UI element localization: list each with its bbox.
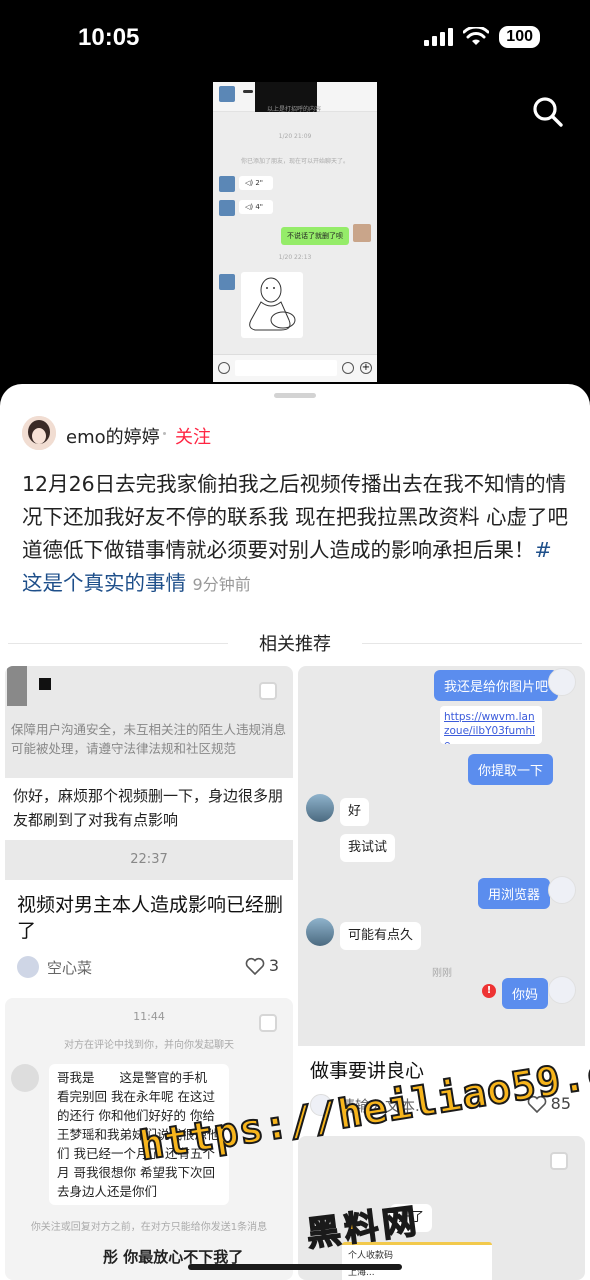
avatar [219, 200, 235, 216]
chat-bubble: 好 [340, 798, 370, 826]
cellular-icon [424, 28, 454, 46]
safety-notice: 保障用户沟通安全，未互相关注的陌生人违规消息可能被处理，请遵守法律法规和社区规范 [11, 722, 287, 756]
post-image[interactable]: 以上是打招呼的内容 1/20 21:09 你已添加了朋友，现在可以开始聊天了。 … [213, 82, 377, 382]
preview-input-bar: + [213, 354, 377, 382]
related-card[interactable]: 我还是给你图片吧 https://wwvm.lanzoue/ilbY03fumh… [298, 666, 585, 1128]
follow-button[interactable]: 关注 [175, 423, 211, 449]
related-card[interactable]: 保障用户沟通安全，未互相关注的陌生人违规消息可能被处理，请遵守法律法规和社区规范… [5, 666, 293, 994]
voice-message: ◁) 4" [239, 200, 273, 214]
separator-dot [163, 432, 166, 435]
chat-time: 11:44 [133, 1010, 165, 1023]
chat-bubble: 你好，麻烦那个视频删一下，身边很多朋友都刷到了对我有点影响 [5, 778, 293, 840]
avatar [548, 668, 576, 696]
like-button[interactable]: 3 [245, 956, 279, 975]
avatar [219, 274, 235, 290]
link-bubble: https://wwvm.lanzoue/ilbY03fumhle [440, 706, 542, 744]
status-icons: 100 [424, 26, 540, 48]
preview-input [235, 360, 337, 376]
avatar [548, 876, 576, 904]
chat-bubble-sent: 你妈 [502, 978, 549, 1009]
sent-message: 不说话了就删了呗 [281, 227, 349, 245]
status-time: 10:05 [78, 24, 140, 51]
voice-icon [218, 362, 230, 374]
avatar [219, 176, 235, 192]
error-icon: ! [482, 984, 496, 998]
avatar [548, 976, 576, 1004]
post-body: 12月26日去完我家偷拍我之后视频传播出去在我不知情的情况下还加我好友不停的联系… [22, 468, 570, 601]
battery-icon: 100 [499, 26, 540, 48]
preview-time: 1/20 22:13 [278, 254, 312, 261]
home-indicator [188, 1264, 402, 1270]
preview-name [243, 90, 253, 93]
preview-header: 以上是打招呼的内容 [213, 82, 377, 113]
system-message: 对方在评论中找到你，并向你发起聊天 [64, 1040, 234, 1051]
avatar [306, 794, 334, 822]
preview-time: 1/20 21:09 [278, 133, 312, 140]
card-title[interactable]: 做事要讲良心 [310, 1058, 424, 1084]
card-title[interactable]: 视频对男主本人造成影响已经删了 [17, 892, 287, 944]
voice-duration: 2" [255, 179, 264, 187]
select-checkbox [259, 682, 277, 700]
preview-notice: 你已添加了朋友，现在可以开始聊天了。 [240, 158, 349, 165]
emoji-icon [342, 362, 354, 374]
chat-bubble: 可能有点久 [340, 922, 422, 950]
post-time: 9分钟前 [192, 575, 251, 594]
select-checkbox [550, 1152, 568, 1170]
card-image: 保障用户沟通安全，未互相关注的陌生人违规消息可能被处理，请遵守法律法规和社区规范… [5, 666, 293, 880]
chat-bubble-sent: 用浏览器 [478, 878, 551, 909]
user-avatar [17, 956, 39, 978]
redaction [7, 666, 27, 706]
divider [362, 643, 582, 644]
search-icon[interactable] [528, 92, 568, 132]
sticker-image [241, 272, 303, 338]
user-name: 空心菜 [47, 958, 93, 977]
card-image: 我还是给你图片吧 https://wwvm.lanzoue/ilbY03fumh… [298, 666, 585, 1046]
chat-time: 刚刚 [432, 968, 452, 979]
author-name[interactable]: emo的婷婷 [66, 423, 160, 449]
chat-bubble-sent: 我还是给你图片吧 [434, 670, 559, 701]
card-author[interactable]: 空心菜 [17, 956, 92, 978]
sheet-grabber[interactable] [274, 393, 316, 398]
voice-duration: 4" [255, 203, 264, 211]
avatar [219, 86, 235, 102]
mini-program-title: 个人收款码 [348, 1251, 394, 1261]
select-checkbox [259, 1014, 277, 1032]
like-count: 3 [268, 956, 279, 975]
chat-bubble: 我试试 [340, 834, 396, 862]
redaction [39, 678, 51, 690]
avatar [306, 918, 334, 946]
avatar [353, 224, 371, 242]
voice-message: ◁) 2" [239, 176, 273, 190]
heart-icon [245, 957, 265, 975]
chat-bubble-sent: 你提取一下 [468, 754, 554, 785]
post-text: 12月26日去完我家偷拍我之后视频传播出去在我不知情的情况下还加我好友不停的联系… [22, 472, 569, 562]
screen: 10:05 100 以上是打招呼的内容 1/20 21:09 你已添加了朋友，现… [0, 0, 590, 1280]
author-avatar[interactable] [22, 416, 56, 450]
plus-icon: + [360, 362, 372, 374]
avatar [11, 1064, 39, 1092]
chat-time: 22:37 [130, 852, 168, 867]
preview-system-line: 以上是打招呼的内容 [267, 106, 322, 113]
wifi-icon [463, 27, 490, 45]
system-message: 你关注或回复对方之前，在对方只能给你发送1条消息 [30, 1222, 268, 1233]
